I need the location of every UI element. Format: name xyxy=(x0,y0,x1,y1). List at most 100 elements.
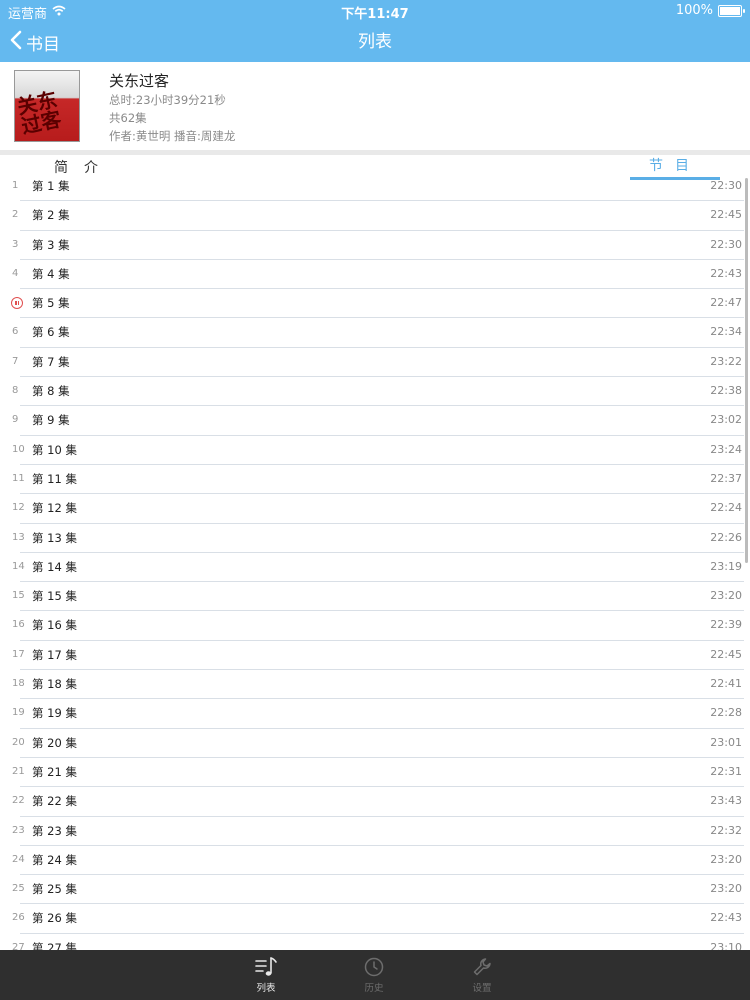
episode-duration: 22:37 xyxy=(710,471,742,485)
episode-duration: 22:38 xyxy=(710,384,742,398)
episode-row[interactable]: 15 第 15 集 23:20 xyxy=(0,582,750,612)
episode-title: 第 16 集 xyxy=(32,618,77,633)
episode-duration: 22:45 xyxy=(710,647,742,661)
scrollbar[interactable] xyxy=(745,178,748,563)
episode-duration: 23:24 xyxy=(710,442,742,456)
episode-number: 12 xyxy=(12,502,25,514)
episode-duration: 22:31 xyxy=(710,764,742,778)
episode-row[interactable]: 3 第 3 集 22:30 xyxy=(0,231,750,261)
page-title: 列表 xyxy=(358,32,392,52)
episode-row[interactable]: 第 5 集 22:47 xyxy=(0,289,750,319)
episode-row[interactable]: 21 第 21 集 22:31 xyxy=(0,758,750,788)
program-info: 关东过客 关东过客 总时:23小时39分21秒 共62集 作者:黄世明 播音:周… xyxy=(0,62,750,150)
cover-image: 关东过客 xyxy=(14,70,80,142)
episode-row[interactable]: 18 第 18 集 22:41 xyxy=(0,670,750,700)
cover-text: 关东过客 xyxy=(15,87,64,139)
episode-row[interactable]: 20 第 20 集 23:01 xyxy=(0,729,750,759)
episode-title: 第 20 集 xyxy=(32,735,77,750)
episode-duration: 22:26 xyxy=(710,530,742,544)
episode-duration: 23:01 xyxy=(710,735,742,749)
episode-row[interactable]: 12 第 12 集 22:24 xyxy=(0,494,750,524)
episode-duration: 22:28 xyxy=(710,706,742,720)
episode-number: 23 xyxy=(12,824,25,836)
battery-area: 100% xyxy=(676,3,745,18)
episode-duration: 22:39 xyxy=(710,618,742,632)
tab-settings-label: 设置 xyxy=(472,983,492,994)
episode-row[interactable]: 11 第 11 集 22:37 xyxy=(0,465,750,495)
episode-title: 第 15 集 xyxy=(32,589,77,604)
episode-row[interactable]: 16 第 16 集 22:39 xyxy=(0,611,750,642)
episode-row[interactable]: 25 第 25 集 23:20 xyxy=(0,875,750,905)
episode-title: 第 6 集 xyxy=(32,325,70,340)
status-bar: 运营商 下午11:47 100% xyxy=(0,0,750,22)
episode-title: 第 27 集 xyxy=(32,940,77,950)
episode-duration: 22:41 xyxy=(710,677,742,691)
episode-number: 13 xyxy=(12,531,25,543)
header: 运营商 下午11:47 100% 书目 列表 xyxy=(0,0,750,62)
episode-row[interactable]: 6 第 6 集 22:34 xyxy=(0,318,750,349)
episode-duration: 22:43 xyxy=(710,266,742,280)
episode-row[interactable]: 22 第 22 集 23:43 xyxy=(0,787,750,817)
episode-row[interactable]: 17 第 17 集 22:45 xyxy=(0,641,750,671)
episode-duration: 22:34 xyxy=(710,325,742,339)
pause-icon[interactable] xyxy=(11,297,23,310)
episode-row[interactable]: 26 第 26 集 22:43 xyxy=(0,904,750,935)
wrench-icon xyxy=(473,958,491,976)
episode-list: 1 第 1 集 22:30 2 第 2 集 22:45 3 第 3 集 22:30 4 第 4 集 2… xyxy=(0,172,750,950)
episode-duration: 23:10 xyxy=(710,940,742,950)
episode-row[interactable]: 10 第 10 集 23:24 xyxy=(0,436,750,466)
episode-number: 3 xyxy=(12,238,19,250)
episode-title: 第 18 集 xyxy=(32,677,77,692)
episode-row[interactable]: 9 第 9 集 23:02 xyxy=(0,406,750,436)
program-credits: 作者:黄世明 播音:周建龙 xyxy=(109,129,236,143)
episode-number: 20 xyxy=(12,736,25,748)
episode-duration: 22:24 xyxy=(710,501,742,515)
playlist-icon xyxy=(255,957,277,976)
episode-row[interactable]: 24 第 24 集 23:20 xyxy=(0,846,750,876)
tab-history[interactable]: 历史 xyxy=(344,950,404,1000)
episode-title: 第 1 集 xyxy=(32,179,70,193)
episode-title: 第 19 集 xyxy=(32,706,77,721)
episode-row[interactable]: 19 第 19 集 22:28 xyxy=(0,699,750,729)
episode-title: 第 5 集 xyxy=(32,296,70,311)
episode-title: 第 17 集 xyxy=(32,647,77,662)
episode-title: 第 3 集 xyxy=(32,237,70,252)
episode-number: 25 xyxy=(12,883,25,895)
episode-title: 第 12 集 xyxy=(32,501,77,516)
episode-duration: 23:22 xyxy=(710,354,742,368)
episode-number: 24 xyxy=(12,853,25,865)
episode-row[interactable]: 14 第 14 集 23:19 xyxy=(0,553,750,583)
episode-duration: 23:43 xyxy=(710,794,742,808)
tab-list[interactable]: 列表 xyxy=(236,950,296,1000)
tab-settings[interactable]: 设置 xyxy=(452,950,512,1000)
episode-title: 第 21 集 xyxy=(32,764,77,779)
episode-title: 第 10 集 xyxy=(32,442,77,457)
episode-number: 4 xyxy=(12,267,19,279)
episode-duration: 23:20 xyxy=(710,852,742,866)
episode-row[interactable]: 13 第 13 集 22:26 xyxy=(0,524,750,554)
episode-row[interactable]: 4 第 4 集 22:43 xyxy=(0,260,750,290)
status-time: 下午11:47 xyxy=(341,7,409,22)
episode-duration: 22:30 xyxy=(710,179,742,192)
episode-title: 第 13 集 xyxy=(32,530,77,545)
episode-row[interactable]: 7 第 7 集 23:22 xyxy=(0,348,750,378)
episode-row[interactable]: 1 第 1 集 22:30 xyxy=(0,172,750,202)
episode-number: 22 xyxy=(12,795,25,807)
episode-number: 7 xyxy=(12,355,19,367)
episode-number: 8 xyxy=(12,385,19,397)
episode-row[interactable]: 27 第 27 集 23:10 xyxy=(0,934,750,950)
episode-number: 26 xyxy=(12,912,25,924)
episode-duration: 22:43 xyxy=(710,911,742,925)
episode-title: 第 9 集 xyxy=(32,413,70,428)
episode-number: 6 xyxy=(12,326,19,338)
episode-title: 第 4 集 xyxy=(32,266,70,281)
episode-duration: 22:32 xyxy=(710,823,742,837)
episode-row[interactable]: 23 第 23 集 22:32 xyxy=(0,817,750,847)
tab-history-label: 历史 xyxy=(364,983,384,994)
episode-duration: 23:20 xyxy=(710,589,742,603)
episode-row[interactable]: 8 第 8 集 22:38 xyxy=(0,377,750,407)
battery-icon xyxy=(718,4,745,17)
episode-row[interactable]: 2 第 2 集 22:45 xyxy=(0,201,750,231)
episode-duration: 23:20 xyxy=(710,882,742,896)
episode-duration: 23:02 xyxy=(710,413,742,427)
